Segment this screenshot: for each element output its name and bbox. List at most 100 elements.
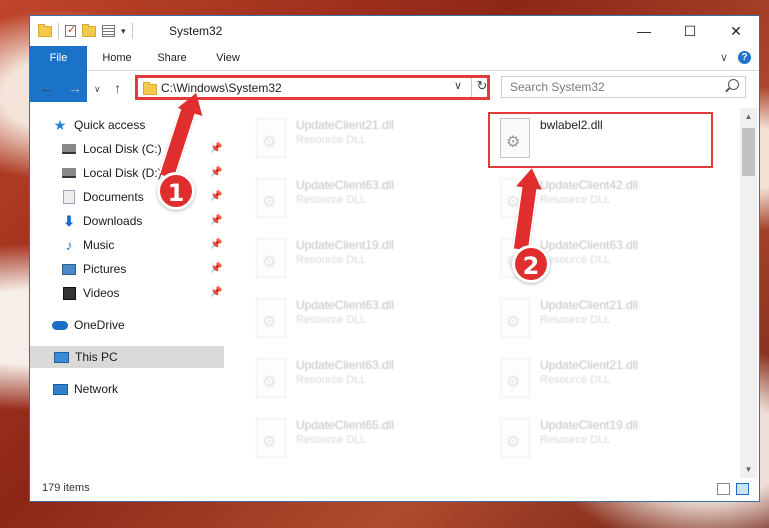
videos-icon xyxy=(62,286,76,300)
scroll-up-icon[interactable]: ▲ xyxy=(740,108,757,125)
pin-icon[interactable]: 📌 xyxy=(210,263,222,274)
computer-icon xyxy=(53,351,69,363)
large-icons-view-icon[interactable] xyxy=(736,483,749,495)
sidebar-item-label: Local Disk (C:) xyxy=(83,142,162,156)
scroll-down-icon[interactable]: ▼ xyxy=(740,461,757,478)
sidebar-item-label: Network xyxy=(74,382,119,396)
sidebar-item-music[interactable]: ♪ Music xyxy=(61,234,115,256)
file-type: Resource DLL xyxy=(296,434,367,446)
maximize-button[interactable]: ☐ xyxy=(667,16,713,46)
up-button[interactable]: ↑ xyxy=(114,80,121,96)
search-icon[interactable] xyxy=(728,79,739,90)
file-type: Resource DLL xyxy=(540,314,611,326)
vertical-scrollbar[interactable]: ▲ ▼ xyxy=(740,108,757,478)
pin-icon[interactable]: 📌 xyxy=(210,287,222,298)
sidebar-item-network[interactable]: Network xyxy=(52,378,118,400)
divider xyxy=(131,23,133,39)
properties-icon[interactable] xyxy=(102,25,115,37)
expand-ribbon-icon[interactable]: ∨ xyxy=(720,51,728,64)
music-icon: ♪ xyxy=(65,237,73,253)
view-switcher xyxy=(717,483,749,495)
navigation-pane: ★ Quick access Local Disk (C:) 📌 Local D… xyxy=(30,108,226,468)
folder-icon xyxy=(143,82,157,95)
sidebar-item-label: Videos xyxy=(83,286,120,300)
file-name: UpdateClient63.dll xyxy=(540,238,639,252)
pin-icon[interactable]: 📌 xyxy=(210,191,222,202)
callout-badge: 2 xyxy=(512,245,550,283)
scroll-thumb[interactable] xyxy=(742,128,755,176)
file-type: Resource DLL xyxy=(540,374,611,386)
list-item[interactable]: UpdateClient19.dll Resource DLL xyxy=(246,232,476,288)
sidebar-item-label: OneDrive xyxy=(74,318,125,332)
sidebar-item-this-pc[interactable]: This PC xyxy=(30,346,224,368)
refresh-icon[interactable]: ↻ xyxy=(471,78,492,97)
quick-access-toolbar: ▾ xyxy=(38,23,133,39)
list-item[interactable]: UpdateClient63.dll Resource DLL xyxy=(246,292,476,348)
sidebar-item-videos[interactable]: Videos xyxy=(61,282,119,304)
sidebar-item-quick-access[interactable]: ★ Quick access xyxy=(52,114,146,136)
list-item[interactable]: UpdateClient63.dll Resource DLL xyxy=(246,352,476,408)
callout-arrowhead xyxy=(516,166,545,190)
list-item[interactable]: UpdateClient21.dll Resource DLL xyxy=(490,352,720,408)
divider xyxy=(58,23,59,39)
dll-file-icon xyxy=(256,298,286,338)
file-explorer-window: ▾ System32 — ☐ ✕ File Home Share View ∨ … xyxy=(29,15,760,502)
file-name: UpdateClient63.dll xyxy=(296,178,395,192)
minimize-button[interactable]: — xyxy=(621,16,667,46)
documents-icon xyxy=(63,190,75,204)
file-type: Resource DLL xyxy=(296,374,367,386)
pin-icon[interactable]: 📌 xyxy=(210,215,222,226)
sidebar-item-local-disk-d[interactable]: Local Disk (D:) xyxy=(61,162,162,184)
pin-icon[interactable]: 📌 xyxy=(210,239,222,250)
pin-icon[interactable]: 📌 xyxy=(210,167,222,178)
file-name: UpdateClient19.dll xyxy=(540,418,639,432)
file-name: UpdateClient42.dll xyxy=(540,178,639,192)
title-bar: ▾ System32 — ☐ ✕ xyxy=(30,16,759,46)
sidebar-item-pictures[interactable]: Pictures xyxy=(61,258,126,280)
folder-icon xyxy=(38,23,52,37)
file-name: UpdateClient63.dll xyxy=(296,358,395,372)
sidebar-item-onedrive[interactable]: OneDrive xyxy=(52,314,125,336)
list-item[interactable]: UpdateClient65.dll Resource DLL xyxy=(246,412,476,468)
properties-check-icon[interactable] xyxy=(65,23,76,37)
file-highlight-box xyxy=(488,112,713,168)
pin-icon[interactable]: 📌 xyxy=(210,143,222,154)
close-button[interactable]: ✕ xyxy=(713,16,759,46)
file-type: Resource DLL xyxy=(540,254,611,266)
file-type: Resource DLL xyxy=(296,134,367,146)
window-title: System32 xyxy=(169,24,223,38)
sidebar-item-documents[interactable]: Documents xyxy=(61,186,144,208)
new-folder-icon[interactable] xyxy=(82,23,96,37)
file-name: UpdateClient65.dll xyxy=(296,418,395,432)
list-item[interactable]: UpdateClient21.dll Resource DLL xyxy=(490,292,720,348)
tab-home[interactable]: Home xyxy=(92,46,142,70)
help-icon[interactable]: ? xyxy=(738,51,751,64)
address-text[interactable]: C:\Windows\System32 xyxy=(161,81,282,95)
file-name: UpdateClient21.dll xyxy=(540,298,639,312)
back-button[interactable]: ← xyxy=(40,80,54,96)
list-item[interactable]: UpdateClient19.dll Resource DLL xyxy=(490,412,720,468)
file-type: Resource DLL xyxy=(296,314,367,326)
search-input[interactable]: Search System32 xyxy=(501,76,746,98)
tab-share[interactable]: Share xyxy=(147,46,197,70)
sidebar-item-label: This PC xyxy=(75,350,118,364)
list-item[interactable]: UpdateClient63.dll Resource DLL xyxy=(246,172,476,228)
callout-badge: 1 xyxy=(157,172,195,210)
address-dropdown-icon[interactable]: ∨ xyxy=(454,79,462,92)
pictures-icon xyxy=(62,263,76,275)
star-icon: ★ xyxy=(53,116,67,133)
file-type: Resource DLL xyxy=(540,434,611,446)
tab-view[interactable]: View xyxy=(203,46,253,70)
file-name: UpdateClient63.dll xyxy=(296,298,395,312)
customize-toolbar-icon[interactable]: ▾ xyxy=(121,26,126,37)
dll-file-icon xyxy=(256,358,286,398)
details-view-icon[interactable] xyxy=(717,483,730,495)
window-controls: — ☐ ✕ xyxy=(621,16,759,46)
item-count: 179 items xyxy=(42,482,90,494)
recent-locations-button[interactable]: ∨ xyxy=(94,84,101,95)
sidebar-item-label: Local Disk (D:) xyxy=(83,166,162,180)
sidebar-item-local-disk-c[interactable]: Local Disk (C:) xyxy=(61,138,162,160)
forward-button[interactable]: → xyxy=(68,80,82,96)
sidebar-item-downloads[interactable]: ⬇ Downloads xyxy=(61,210,142,232)
list-item[interactable]: UpdateClient21.dll Resource DLL xyxy=(246,112,476,168)
